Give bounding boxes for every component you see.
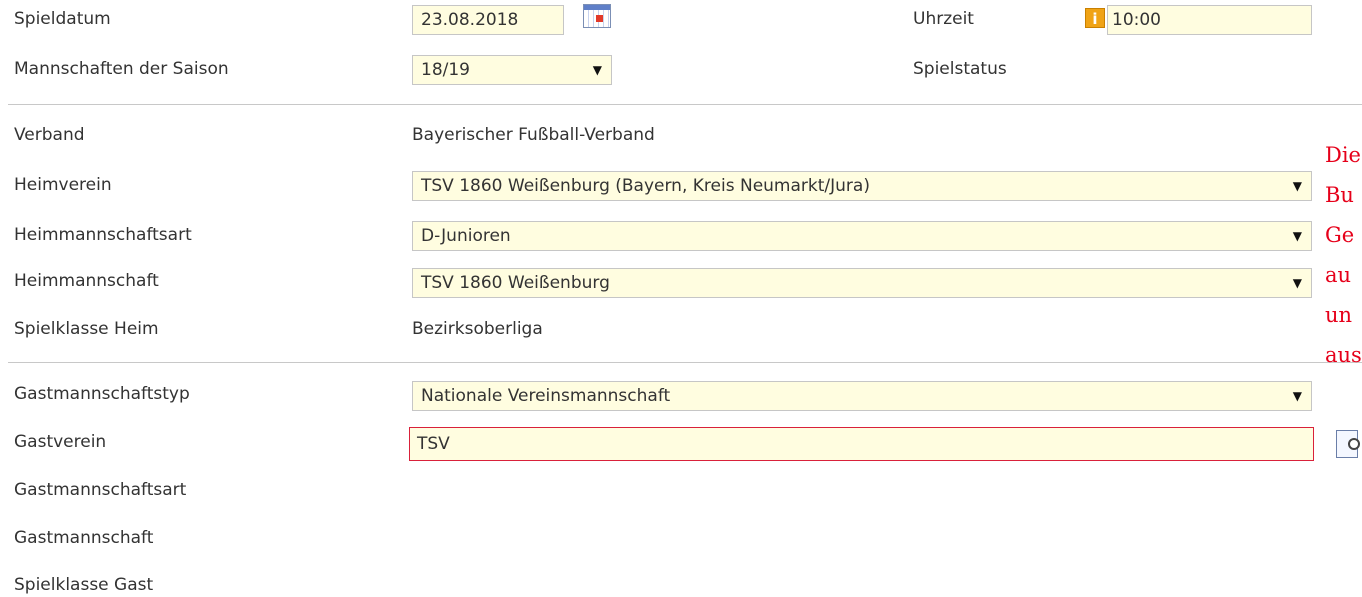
- gastmannschaft-label: Gastmannschaft: [14, 528, 154, 548]
- divider: [8, 362, 1362, 363]
- gastmannschaftstyp-value: Nationale Vereinsmannschaft: [421, 386, 671, 406]
- heimmannschaft-value: TSV 1860 Weißenburg: [421, 273, 610, 293]
- side-note-line: aus: [1325, 343, 1362, 367]
- side-note: Die Bu Ge au un aus: [1325, 135, 1362, 375]
- heimmannschaftsart-label: Heimmannschaftsart: [14, 225, 192, 245]
- gastverein-input[interactable]: TSV: [409, 427, 1314, 461]
- chevron-down-icon: ▼: [1292, 389, 1302, 403]
- search-icon[interactable]: [1334, 428, 1362, 460]
- heimverein-label: Heimverein: [14, 175, 112, 195]
- side-note-line: Ge: [1325, 223, 1355, 247]
- gastverein-label: Gastverein: [14, 432, 107, 452]
- heimmannschaftsart-value: D-Junioren: [421, 226, 511, 246]
- gastmannschaftstyp-label: Gastmannschaftstyp: [14, 384, 190, 404]
- side-note-line: Bu: [1325, 183, 1354, 207]
- heimmannschaft-select[interactable]: TSV 1860 Weißenburg ▼: [412, 268, 1312, 298]
- spielstatus-label: Spielstatus: [913, 59, 1007, 79]
- saison-value: 18/19: [421, 60, 470, 80]
- heimverein-value: TSV 1860 Weißenburg (Bayern, Kreis Neuma…: [421, 176, 870, 196]
- verband-value: Bayerischer Fußball-Verband: [412, 125, 655, 145]
- divider: [8, 104, 1362, 105]
- gastmannschaftsart-label: Gastmannschaftsart: [14, 480, 187, 500]
- spielklasse-heim-label: Spielklasse Heim: [14, 319, 159, 339]
- side-note-line: Die: [1325, 143, 1361, 167]
- chevron-down-icon: ▼: [1292, 276, 1302, 290]
- gastmannschaftstyp-select[interactable]: Nationale Vereinsmannschaft ▼: [412, 381, 1312, 411]
- side-note-line: au: [1325, 263, 1352, 287]
- spieldatum-label: Spieldatum: [14, 9, 111, 29]
- spielklasse-heim-value: Bezirksoberliga: [412, 319, 543, 339]
- chevron-down-icon: ▼: [1292, 229, 1302, 243]
- chevron-down-icon: ▼: [592, 63, 602, 77]
- uhrzeit-input[interactable]: 10:00: [1107, 5, 1312, 35]
- info-icon[interactable]: i: [1085, 8, 1105, 28]
- verband-label: Verband: [14, 125, 85, 145]
- saison-select[interactable]: 18/19 ▼: [412, 55, 612, 85]
- side-note-line: un: [1325, 303, 1353, 327]
- calendar-icon[interactable]: [583, 4, 611, 28]
- saison-label: Mannschaften der Saison: [14, 59, 229, 79]
- heimmannschaft-label: Heimmannschaft: [14, 271, 159, 291]
- heimmannschaftsart-select[interactable]: D-Junioren ▼: [412, 221, 1312, 251]
- uhrzeit-label: Uhrzeit: [913, 9, 974, 29]
- spieldatum-input[interactable]: 23.08.2018: [412, 5, 564, 35]
- spielklasse-gast-label: Spielklasse Gast: [14, 575, 154, 595]
- heimverein-select[interactable]: TSV 1860 Weißenburg (Bayern, Kreis Neuma…: [412, 171, 1312, 201]
- chevron-down-icon: ▼: [1292, 179, 1302, 193]
